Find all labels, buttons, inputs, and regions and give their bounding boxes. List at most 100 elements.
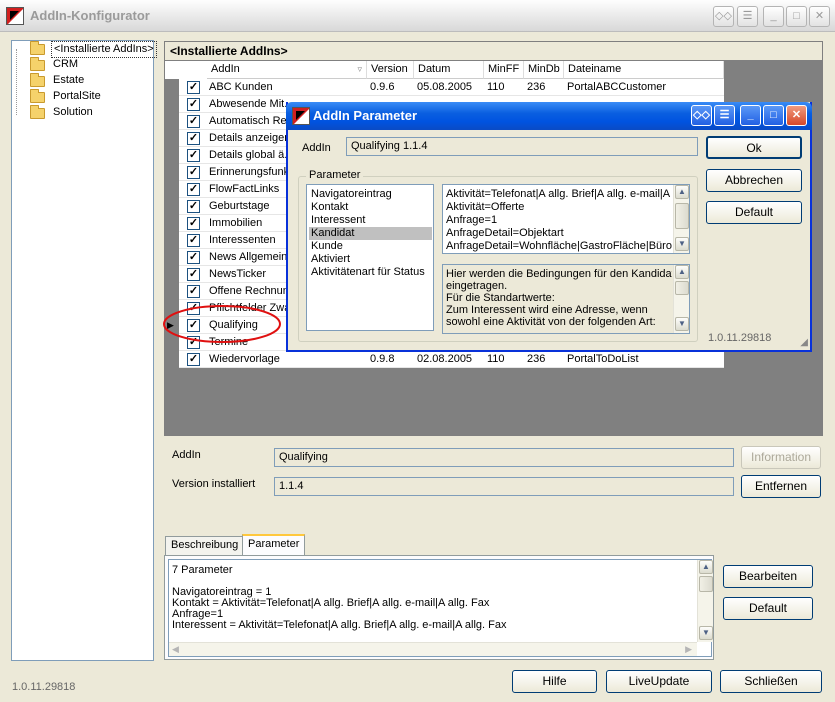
menu-icon[interactable]: ☰	[714, 105, 735, 126]
row-checkbox[interactable]: ✓	[187, 149, 200, 162]
col-addin[interactable]: AddIn ▿	[207, 61, 367, 79]
col-dateiname[interactable]: Dateiname	[564, 61, 724, 79]
parameter-description: Hier werden die Bedingungen für den Kand…	[442, 264, 690, 334]
row-checkbox[interactable]: ✓	[187, 353, 200, 366]
param-value-line: Aktivität=Offerte	[446, 201, 525, 213]
param-vscroll[interactable]: ▲ ▼	[697, 560, 713, 642]
scroll-up-icon[interactable]: ▲	[699, 560, 713, 574]
parameter-textarea[interactable]: 7 Parameter Navigatoreintrag = 1 Kontakt =…	[168, 559, 713, 657]
row-checkbox[interactable]: ✓	[187, 285, 200, 298]
param-hscroll[interactable]: ◀ ▶	[169, 642, 697, 656]
table-row[interactable]: ✓ Wiedervorlage 0.9.8 02.08.2005 110 236 Porta…	[179, 351, 724, 368]
scroll-down-icon[interactable]: ▼	[699, 626, 713, 640]
col-datum[interactable]: Datum	[414, 61, 484, 79]
addin-value-field: Qualifying	[274, 448, 734, 467]
param-list-item[interactable]: Kontakt	[309, 201, 348, 214]
param-list-item[interactable]: Navigatoreintrag	[309, 188, 392, 201]
desc-vscroll[interactable]: ▲ ▼	[673, 265, 689, 333]
addin-app-icon	[6, 7, 24, 25]
tab-beschreibung[interactable]: Beschreibung	[165, 536, 245, 556]
minimize-button[interactable]: _	[740, 105, 761, 126]
col-mindb[interactable]: MinDb	[524, 61, 564, 79]
maximize-button[interactable]: □	[786, 6, 807, 27]
row-checkbox[interactable]: ✓	[187, 166, 200, 179]
row-checkbox[interactable]: ✓	[187, 217, 200, 230]
close-button[interactable]: ✕	[809, 6, 830, 27]
version-value-field: 1.1.4	[274, 477, 734, 496]
dialog-addin-field: Qualifying 1.1.4	[346, 137, 698, 156]
row-checkbox[interactable]: ✓	[187, 200, 200, 213]
main-title-bar[interactable]: AddIn-Konfigurator ◇◇ ☰ _ □ ✕	[0, 0, 835, 32]
parameter-list[interactable]: Navigatoreintrag Kontakt Interessent Kandid…	[306, 184, 434, 331]
folder-icon	[30, 41, 45, 55]
value-vscroll[interactable]: ▲ ▼	[673, 185, 689, 253]
tab-parameter[interactable]: Parameter	[242, 534, 306, 556]
window-title: AddIn-Konfigurator	[30, 8, 150, 23]
cell-version: 0.9.6	[370, 81, 395, 93]
maximize-button[interactable]: □	[763, 105, 784, 126]
param-list-item[interactable]: Interessent	[309, 214, 365, 227]
row-checkbox[interactable]: ✓	[187, 268, 200, 281]
cell-datei: PortalABCCustomer	[567, 81, 667, 93]
row-checkbox[interactable]: ✓	[187, 81, 200, 94]
scroll-right-icon[interactable]: ▶	[685, 644, 692, 655]
menu-icon[interactable]: ☰	[737, 6, 758, 27]
close-icon[interactable]: ✕	[786, 105, 807, 126]
parameter-value-textarea[interactable]: Aktivität=Telefonat|A allg. Brief|A allg…	[442, 184, 690, 254]
folder-icon	[30, 105, 45, 119]
param-list-item[interactable]: Kunde	[309, 240, 343, 253]
restore-nav-icon[interactable]: ◇◇	[713, 6, 734, 27]
remove-button[interactable]: Entfernen	[741, 475, 821, 498]
param-value-line: Aktivität=Telefonat|A allg. Brief|A allg…	[446, 188, 672, 200]
row-checkbox[interactable]: ✓	[187, 234, 200, 247]
addin-app-icon	[292, 107, 310, 125]
scroll-thumb[interactable]	[675, 203, 689, 229]
highlight-ellipse	[163, 305, 281, 343]
cancel-button[interactable]: Abbrechen	[706, 169, 802, 192]
addin-tree[interactable]: <Installierte AddIns> CRM Estate PortalS…	[11, 40, 157, 661]
cell-datum: 05.08.2005	[417, 81, 473, 93]
folder-icon	[30, 73, 45, 87]
param-list-item[interactable]: Aktivitätenart für Status	[309, 266, 425, 279]
row-checkbox[interactable]: ✓	[187, 115, 200, 128]
edit-button[interactable]: Bearbeiten	[723, 565, 813, 588]
close-window-button[interactable]: Schließen	[720, 670, 822, 693]
param-list-item[interactable]: Aktiviert	[309, 253, 350, 266]
addin-parameter-dialog[interactable]: AddIn Parameter ◇◇ ☰ _ □ ✕ AddIn Qualify…	[286, 102, 812, 352]
col-minff[interactable]: MinFF	[484, 61, 524, 79]
scroll-down-icon[interactable]: ▼	[675, 317, 689, 331]
row-checkbox[interactable]: ✓	[187, 183, 200, 196]
default-button[interactable]: Default	[723, 597, 813, 620]
dialog-title: AddIn Parameter	[313, 108, 418, 123]
resize-grip-icon[interactable]: ◢	[800, 337, 808, 348]
information-button[interactable]: Information	[741, 446, 821, 469]
col-version[interactable]: Version	[367, 61, 414, 79]
dialog-title-bar[interactable]: AddIn Parameter ◇◇ ☰ _ □ ✕	[286, 102, 812, 130]
dialog-default-button[interactable]: Default	[706, 201, 802, 224]
param-list-item[interactable]: Kandidat	[309, 227, 432, 240]
scroll-left-icon[interactable]: ◀	[172, 644, 179, 655]
ok-button[interactable]: Ok	[706, 136, 802, 159]
description-line: sowohl eine Aktivität von der folgenden …	[446, 316, 656, 328]
cell-addin: Wiedervorlage	[209, 353, 280, 365]
minimize-button[interactable]: _	[763, 6, 784, 27]
grid-caption: <Installierte AddIns>	[165, 42, 822, 60]
scroll-down-icon[interactable]: ▼	[675, 237, 689, 251]
sort-icon: ▿	[357, 64, 362, 74]
help-button[interactable]: Hilfe	[512, 670, 597, 693]
cell-minff: 110	[487, 353, 505, 365]
restore-nav-icon[interactable]: ◇◇	[691, 105, 712, 126]
scroll-up-icon[interactable]: ▲	[675, 185, 689, 199]
cell-addin: ABC Kunden	[209, 81, 273, 93]
cell-mindb: 236	[527, 353, 546, 365]
row-checkbox[interactable]: ✓	[187, 251, 200, 264]
param-value-line: AnfrageDetail=Wohnfläche|GastroFläche|Bü…	[446, 240, 672, 252]
param-value-line: Anfrage=1	[446, 214, 498, 226]
row-checkbox[interactable]: ✓	[187, 98, 200, 111]
scroll-thumb[interactable]	[699, 576, 713, 592]
scroll-thumb[interactable]	[675, 281, 689, 295]
scroll-up-icon[interactable]: ▲	[675, 265, 689, 279]
row-checkbox[interactable]: ✓	[187, 132, 200, 145]
table-row[interactable]: ✓ ABC Kunden 0.9.6 05.08.2005 110 236 PortalAB…	[179, 79, 724, 96]
liveupdate-button[interactable]: LiveUpdate	[606, 670, 712, 693]
